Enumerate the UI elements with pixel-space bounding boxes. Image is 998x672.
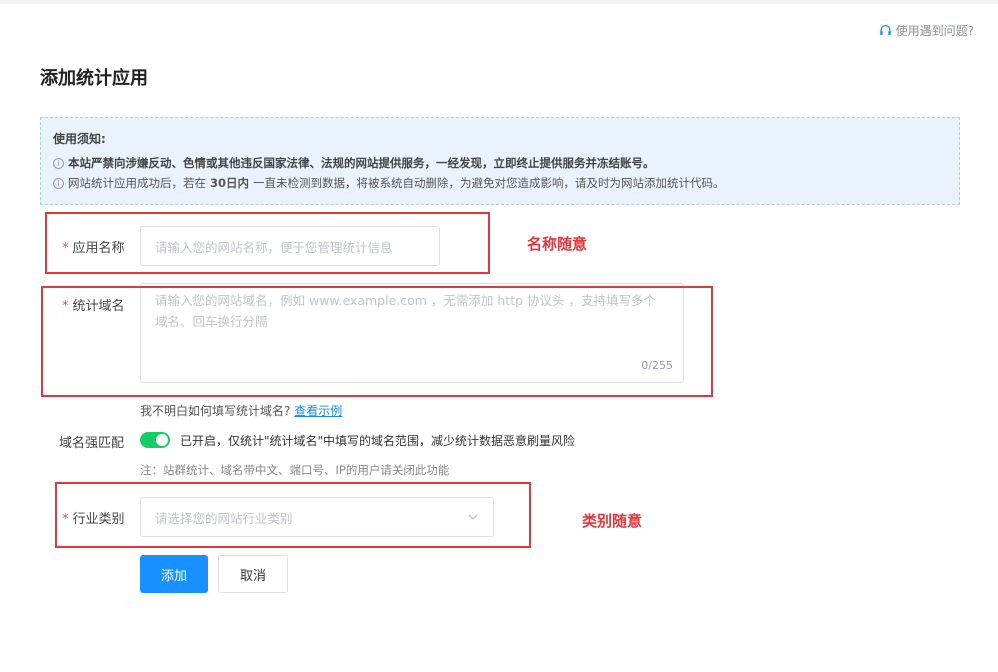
strict-match-text: 已开启，仅统计"统计域名"中填写的域名范围，减少统计数据恶意刷量风险: [180, 434, 576, 448]
notice-line-2-bold: 30日内: [210, 176, 250, 190]
annotation-name-note: 名称随意: [527, 235, 588, 253]
notice-line-2-pre: 网站统计应用成功后，若在: [68, 176, 206, 190]
page-title: 添加统计应用: [40, 68, 148, 89]
help-link[interactable]: 使用遇到问题?: [879, 22, 974, 39]
notice-line-2-post: 一直未检测到数据，将被系统自动删除，为避免对您造成影响，请及时为网站添加统计代码…: [253, 176, 725, 190]
headset-icon: [879, 24, 891, 35]
strict-match-note: 注：站群统计、域名带中文、端口号、IP的用户请关闭此功能: [140, 463, 450, 477]
info-icon: i: [53, 177, 64, 189]
domain-hint-text: 我不明白如何填写统计域名?: [140, 404, 291, 418]
view-example-link[interactable]: 查看示例: [294, 404, 342, 418]
info-icon: i: [53, 157, 64, 169]
toggle-knob: [156, 434, 168, 446]
help-link-label[interactable]: 使用遇到问题?: [896, 22, 974, 39]
annotation-box-domain: [41, 286, 713, 397]
usage-notice: 使用须知: i 本站严禁向涉嫌反动、色情或其他违反国家法律、法规的网站提供服务，…: [40, 117, 960, 205]
cancel-button[interactable]: 取消: [218, 555, 288, 593]
annotation-box-industry: [55, 482, 531, 548]
notice-line-1-text: 本站严禁向涉嫌反动、色情或其他违反国家法律、法规的网站提供服务，一经发现，立即终…: [68, 156, 655, 170]
annotation-box-app-name: [45, 212, 490, 274]
strict-match-toggle[interactable]: [140, 432, 170, 448]
notice-title: 使用须知:: [53, 132, 106, 146]
annotation-category-note: 类别随意: [582, 512, 643, 530]
notice-line-1: i 本站严禁向涉嫌反动、色情或其他违反国家法律、法规的网站提供服务，一经发现，立…: [53, 153, 947, 173]
strict-match-label: 域名强匹配: [59, 436, 125, 451]
domain-hint: 我不明白如何填写统计域名? 查看示例: [140, 402, 342, 419]
notice-line-2: i 网站统计应用成功后，若在 30日内 一直未检测到数据，将被系统自动删除，为避…: [53, 173, 947, 193]
top-bar: [0, 0, 998, 4]
add-button[interactable]: 添加: [140, 555, 208, 593]
